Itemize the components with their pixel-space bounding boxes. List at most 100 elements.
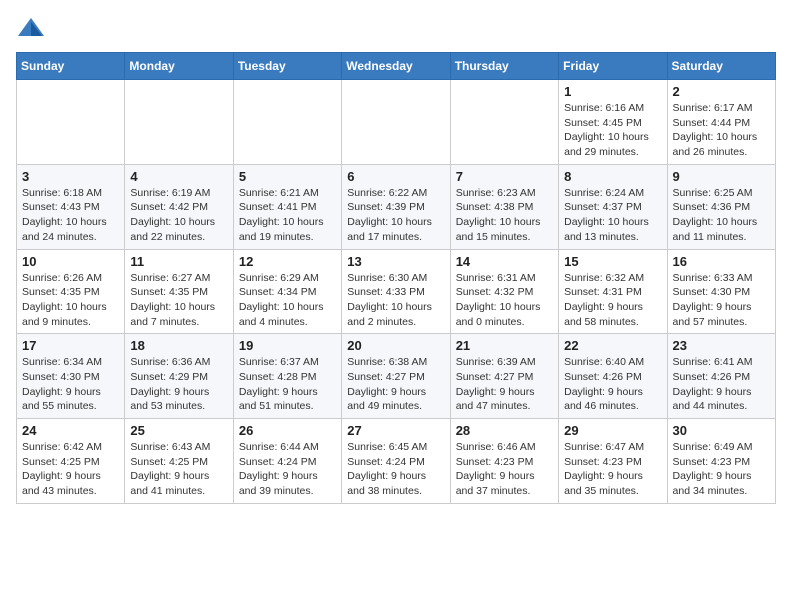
calendar-cell: 14Sunrise: 6:31 AM Sunset: 4:32 PM Dayli… <box>450 249 558 334</box>
day-number: 22 <box>564 338 661 353</box>
calendar-cell: 18Sunrise: 6:36 AM Sunset: 4:29 PM Dayli… <box>125 334 233 419</box>
day-number: 1 <box>564 84 661 99</box>
day-number: 24 <box>22 423 119 438</box>
calendar-cell: 17 Sunrise: 6:34 AM Sunset: 4:30 PM Dayli… <box>17 334 125 419</box>
day-info: Sunrise: 6:17 AM Sunset: 4:44 PM Dayligh… <box>673 101 770 160</box>
day-info: Sunrise: 6:44 AM Sunset: 4:24 PM Dayligh… <box>239 440 336 499</box>
calendar-cell: 25 Sunrise: 6:43 AM Sunset: 4:25 PM Dayli… <box>125 419 233 504</box>
day-info: Sunrise: 6:21 AM Sunset: 4:41 PM Dayligh… <box>239 186 336 245</box>
calendar-cell: 10Sunrise: 6:26 AM Sunset: 4:35 PM Dayli… <box>17 249 125 334</box>
day-number: 7 <box>456 169 553 184</box>
calendar-week-row: 17 Sunrise: 6:34 AM Sunset: 4:30 PM Dayli… <box>17 334 776 419</box>
calendar-week-row: 24 Sunrise: 6:42 AM Sunset: 4:25 PM Dayli… <box>17 419 776 504</box>
day-info: Sunrise: 6:29 AM Sunset: 4:34 PM Dayligh… <box>239 271 336 330</box>
calendar-cell: 21Sunrise: 6:39 AM Sunset: 4:27 PM Dayli… <box>450 334 558 419</box>
day-number: 5 <box>239 169 336 184</box>
day-info: Sunrise: 6:27 AM Sunset: 4:35 PM Dayligh… <box>130 271 227 330</box>
day-number: 16 <box>673 254 770 269</box>
calendar-cell: 9Sunrise: 6:25 AM Sunset: 4:36 PM Daylig… <box>667 164 775 249</box>
day-number: 20 <box>347 338 444 353</box>
calendar-cell: 1 Sunrise: 6:16 AM Sunset: 4:45 PM Daylig… <box>559 80 667 165</box>
day-info: Sunrise: 6:43 AM Sunset: 4:25 PM Dayligh… <box>130 440 227 499</box>
day-number: 6 <box>347 169 444 184</box>
day-number: 27 <box>347 423 444 438</box>
calendar-cell <box>17 80 125 165</box>
day-number: 17 <box>22 338 119 353</box>
calendar-cell <box>125 80 233 165</box>
calendar-cell: 15 Sunrise: 6:32 AM Sunset: 4:31 PM Dayli… <box>559 249 667 334</box>
day-number: 8 <box>564 169 661 184</box>
calendar-cell: 23 Sunrise: 6:41 AM Sunset: 4:26 PM Dayli… <box>667 334 775 419</box>
logo <box>16 16 50 40</box>
calendar-cell <box>450 80 558 165</box>
day-info: Sunrise: 6:40 AM Sunset: 4:26 PM Dayligh… <box>564 355 661 414</box>
calendar-cell: 29 Sunrise: 6:47 AM Sunset: 4:23 PM Dayli… <box>559 419 667 504</box>
day-info: Sunrise: 6:38 AM Sunset: 4:27 PM Dayligh… <box>347 355 444 414</box>
calendar-cell: 26 Sunrise: 6:44 AM Sunset: 4:24 PM Dayli… <box>233 419 341 504</box>
day-number: 29 <box>564 423 661 438</box>
day-number: 30 <box>673 423 770 438</box>
calendar-week-row: 1 Sunrise: 6:16 AM Sunset: 4:45 PM Daylig… <box>17 80 776 165</box>
day-number: 9 <box>673 169 770 184</box>
calendar-cell: 19 Sunrise: 6:37 AM Sunset: 4:28 PM Dayli… <box>233 334 341 419</box>
day-number: 25 <box>130 423 227 438</box>
calendar-cell: 28Sunrise: 6:46 AM Sunset: 4:23 PM Dayli… <box>450 419 558 504</box>
calendar-cell: 13Sunrise: 6:30 AM Sunset: 4:33 PM Dayli… <box>342 249 450 334</box>
calendar-cell: 8Sunrise: 6:24 AM Sunset: 4:37 PM Daylig… <box>559 164 667 249</box>
day-number: 23 <box>673 338 770 353</box>
calendar-cell: 5 Sunrise: 6:21 AM Sunset: 4:41 PM Daylig… <box>233 164 341 249</box>
day-number: 11 <box>130 254 227 269</box>
calendar-week-row: 10Sunrise: 6:26 AM Sunset: 4:35 PM Dayli… <box>17 249 776 334</box>
calendar-cell: 22 Sunrise: 6:40 AM Sunset: 4:26 PM Dayli… <box>559 334 667 419</box>
calendar-cell: 6 Sunrise: 6:22 AM Sunset: 4:39 PM Daylig… <box>342 164 450 249</box>
day-info: Sunrise: 6:16 AM Sunset: 4:45 PM Dayligh… <box>564 101 661 160</box>
day-number: 15 <box>564 254 661 269</box>
day-info: Sunrise: 6:41 AM Sunset: 4:26 PM Dayligh… <box>673 355 770 414</box>
calendar-table: SundayMondayTuesdayWednesdayThursdayFrid… <box>16 52 776 504</box>
day-number: 28 <box>456 423 553 438</box>
calendar-cell: 3Sunrise: 6:18 AM Sunset: 4:43 PM Daylig… <box>17 164 125 249</box>
calendar-body: 1 Sunrise: 6:16 AM Sunset: 4:45 PM Daylig… <box>17 80 776 504</box>
weekday-header-tuesday: Tuesday <box>233 53 341 80</box>
weekday-header-wednesday: Wednesday <box>342 53 450 80</box>
weekday-header-monday: Monday <box>125 53 233 80</box>
calendar-cell: 27Sunrise: 6:45 AM Sunset: 4:24 PM Dayli… <box>342 419 450 504</box>
day-number: 19 <box>239 338 336 353</box>
weekday-header-saturday: Saturday <box>667 53 775 80</box>
day-number: 2 <box>673 84 770 99</box>
calendar-cell: 4 Sunrise: 6:19 AM Sunset: 4:42 PM Daylig… <box>125 164 233 249</box>
calendar-cell <box>233 80 341 165</box>
day-info: Sunrise: 6:47 AM Sunset: 4:23 PM Dayligh… <box>564 440 661 499</box>
calendar-week-row: 3Sunrise: 6:18 AM Sunset: 4:43 PM Daylig… <box>17 164 776 249</box>
day-info: Sunrise: 6:19 AM Sunset: 4:42 PM Dayligh… <box>130 186 227 245</box>
calendar-cell: 24 Sunrise: 6:42 AM Sunset: 4:25 PM Dayli… <box>17 419 125 504</box>
calendar-cell: 11 Sunrise: 6:27 AM Sunset: 4:35 PM Dayli… <box>125 249 233 334</box>
weekday-header-thursday: Thursday <box>450 53 558 80</box>
calendar-cell <box>342 80 450 165</box>
day-number: 10 <box>22 254 119 269</box>
weekday-header-sunday: Sunday <box>17 53 125 80</box>
calendar-cell: 30Sunrise: 6:49 AM Sunset: 4:23 PM Dayli… <box>667 419 775 504</box>
day-info: Sunrise: 6:22 AM Sunset: 4:39 PM Dayligh… <box>347 186 444 245</box>
calendar-cell: 20 Sunrise: 6:38 AM Sunset: 4:27 PM Dayli… <box>342 334 450 419</box>
calendar-cell: 2 Sunrise: 6:17 AM Sunset: 4:44 PM Daylig… <box>667 80 775 165</box>
day-number: 21 <box>456 338 553 353</box>
day-info: Sunrise: 6:32 AM Sunset: 4:31 PM Dayligh… <box>564 271 661 330</box>
day-number: 4 <box>130 169 227 184</box>
weekday-header-row: SundayMondayTuesdayWednesdayThursdayFrid… <box>17 53 776 80</box>
calendar-cell: 16Sunrise: 6:33 AM Sunset: 4:30 PM Dayli… <box>667 249 775 334</box>
day-info: Sunrise: 6:37 AM Sunset: 4:28 PM Dayligh… <box>239 355 336 414</box>
day-info: Sunrise: 6:42 AM Sunset: 4:25 PM Dayligh… <box>22 440 119 499</box>
weekday-header-friday: Friday <box>559 53 667 80</box>
day-number: 18 <box>130 338 227 353</box>
logo-icon <box>16 16 46 40</box>
day-number: 12 <box>239 254 336 269</box>
day-info: Sunrise: 6:23 AM Sunset: 4:38 PM Dayligh… <box>456 186 553 245</box>
day-number: 26 <box>239 423 336 438</box>
day-info: Sunrise: 6:18 AM Sunset: 4:43 PM Dayligh… <box>22 186 119 245</box>
day-info: Sunrise: 6:31 AM Sunset: 4:32 PM Dayligh… <box>456 271 553 330</box>
day-info: Sunrise: 6:34 AM Sunset: 4:30 PM Dayligh… <box>22 355 119 414</box>
calendar-cell: 12 Sunrise: 6:29 AM Sunset: 4:34 PM Dayli… <box>233 249 341 334</box>
day-number: 13 <box>347 254 444 269</box>
calendar-cell: 7 Sunrise: 6:23 AM Sunset: 4:38 PM Daylig… <box>450 164 558 249</box>
